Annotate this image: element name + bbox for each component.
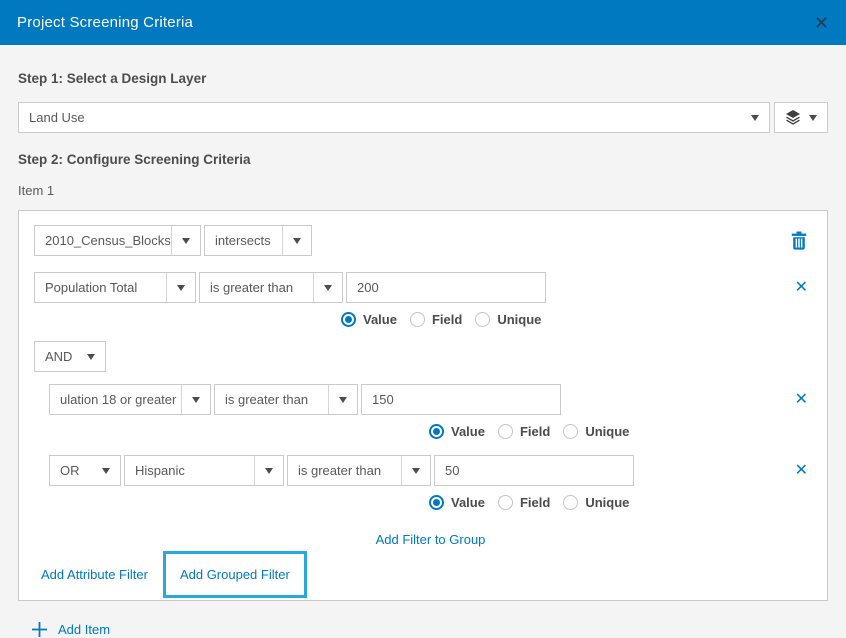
project-screening-criteria-dialog: Project Screening Criteria ✕ Step 1: Sel…	[0, 0, 846, 632]
design-layer-select[interactable]: Land Use	[18, 102, 770, 133]
radio-field[interactable]: Field	[498, 495, 550, 510]
chevron-down-icon	[182, 238, 190, 244]
close-icon[interactable]: ✕	[814, 14, 829, 32]
add-attribute-filter-link[interactable]: Add Attribute Filter	[41, 567, 148, 582]
grouped-filter-field-select[interactable]: ulation 18 or greater	[49, 384, 211, 415]
filter-operator-value: is greater than	[200, 280, 313, 295]
design-layer-value: Land Use	[19, 110, 740, 125]
grouped-filter-operator-value: is greater than	[288, 463, 401, 478]
chevron-down-icon	[412, 468, 420, 474]
step1-label: Step 1: Select a Design Layer	[18, 71, 828, 86]
item-panel: 2010_Census_Blocks intersects	[18, 210, 828, 601]
step2-label: Step 2: Configure Screening Criteria	[18, 152, 828, 167]
target-layer-row: 2010_Census_Blocks intersects	[34, 225, 812, 256]
value-type-radio-group: Value Field Unique	[429, 495, 812, 510]
chevron-down-icon	[192, 397, 200, 403]
target-layer-value: 2010_Census_Blocks	[35, 233, 171, 248]
grouped-filters: ulation 18 or greater is greater than ✕ …	[49, 384, 812, 547]
chevron-down-icon	[177, 285, 185, 291]
chevron-down-icon	[324, 285, 332, 291]
item-label: Item 1	[18, 183, 828, 198]
plus-icon	[31, 621, 48, 638]
layer-options-button[interactable]	[774, 102, 828, 133]
chevron-down-icon	[293, 238, 301, 244]
filter-logic-select[interactable]: OR	[49, 455, 121, 486]
radio-field[interactable]: Field	[498, 424, 550, 439]
grouped-filter-row: ulation 18 or greater is greater than ✕	[49, 384, 812, 415]
remove-filter-button[interactable]: ✕	[795, 392, 808, 408]
value-type-radio-group: Value Field Unique	[429, 424, 812, 439]
radio-unique[interactable]: Unique	[475, 312, 541, 327]
group-logic-value: AND	[35, 349, 76, 364]
radio-field[interactable]: Field	[410, 312, 462, 327]
add-item-label: Add Item	[58, 622, 110, 637]
radio-field-label: Field	[520, 495, 550, 510]
radio-selected-icon	[429, 495, 444, 510]
radio-value-label: Value	[363, 312, 397, 327]
dialog-title: Project Screening Criteria	[17, 14, 193, 31]
chevron-down-icon	[87, 354, 95, 360]
design-layer-row: Land Use	[18, 102, 828, 133]
grouped-filter-value-input[interactable]	[434, 455, 634, 486]
radio-unselected-icon	[563, 424, 578, 439]
add-item-button[interactable]: Add Item	[31, 621, 828, 638]
radio-value-label: Value	[451, 424, 485, 439]
attribute-filter-row: Population Total is greater than ✕	[34, 272, 812, 303]
radio-unique-label: Unique	[497, 312, 541, 327]
radio-unselected-icon	[498, 424, 513, 439]
radio-unique-label: Unique	[585, 495, 629, 510]
filter-operator-select[interactable]: is greater than	[199, 272, 343, 303]
add-grouped-filter-link[interactable]: Add Grouped Filter	[180, 567, 290, 582]
radio-field-label: Field	[432, 312, 462, 327]
delete-item-button[interactable]	[791, 231, 807, 250]
target-layer-select[interactable]: 2010_Census_Blocks	[34, 225, 201, 256]
radio-value-label: Value	[451, 495, 485, 510]
filter-field-value: Population Total	[35, 280, 166, 295]
radio-unique[interactable]: Unique	[563, 424, 629, 439]
chevron-down-icon	[102, 468, 110, 474]
chevron-down-icon	[339, 397, 347, 403]
filter-field-select[interactable]: Population Total	[34, 272, 196, 303]
radio-unique-label: Unique	[585, 424, 629, 439]
radio-unselected-icon	[410, 312, 425, 327]
filter-actions-row: Add Attribute Filter Add Grouped Filter	[34, 551, 812, 598]
grouped-filter-row: OR Hispanic is greater than ✕	[49, 455, 812, 486]
tutorial-highlight-box: Add Grouped Filter	[163, 551, 307, 598]
radio-value[interactable]: Value	[341, 312, 397, 327]
radio-unique[interactable]: Unique	[563, 495, 629, 510]
group-logic-select[interactable]: AND	[34, 341, 106, 372]
radio-unselected-icon	[563, 495, 578, 510]
remove-filter-button[interactable]: ✕	[795, 280, 808, 296]
grouped-filter-operator-value: is greater than	[215, 392, 328, 407]
value-type-radio-group: Value Field Unique	[341, 312, 812, 327]
chevron-down-icon	[265, 468, 273, 474]
radio-selected-icon	[429, 424, 444, 439]
layers-icon	[785, 110, 801, 125]
spatial-operator-value: intersects	[205, 233, 282, 248]
group-logic-row: AND	[34, 341, 812, 372]
dialog-header: Project Screening Criteria ✕	[0, 0, 846, 45]
grouped-filter-field-select[interactable]: Hispanic	[124, 455, 284, 486]
dialog-body: Step 1: Select a Design Layer Land Use S…	[0, 71, 846, 638]
grouped-filter-field-value: Hispanic	[125, 463, 254, 478]
grouped-filter-field-value: ulation 18 or greater	[50, 392, 181, 407]
radio-value[interactable]: Value	[429, 495, 485, 510]
radio-selected-icon	[341, 312, 356, 327]
add-filter-to-group-link[interactable]: Add Filter to Group	[49, 532, 812, 547]
remove-filter-button[interactable]: ✕	[795, 463, 808, 479]
radio-unselected-icon	[475, 312, 490, 327]
radio-value[interactable]: Value	[429, 424, 485, 439]
spatial-operator-select[interactable]: intersects	[204, 225, 312, 256]
filter-value-input[interactable]	[346, 272, 546, 303]
trash-icon	[791, 231, 807, 250]
radio-unselected-icon	[498, 495, 513, 510]
chevron-down-icon	[751, 115, 759, 121]
grouped-filter-value-input[interactable]	[361, 384, 561, 415]
filter-logic-value: OR	[50, 463, 91, 478]
grouped-filter-operator-select[interactable]: is greater than	[287, 455, 431, 486]
radio-field-label: Field	[520, 424, 550, 439]
chevron-down-icon	[809, 115, 817, 121]
grouped-filter-operator-select[interactable]: is greater than	[214, 384, 358, 415]
